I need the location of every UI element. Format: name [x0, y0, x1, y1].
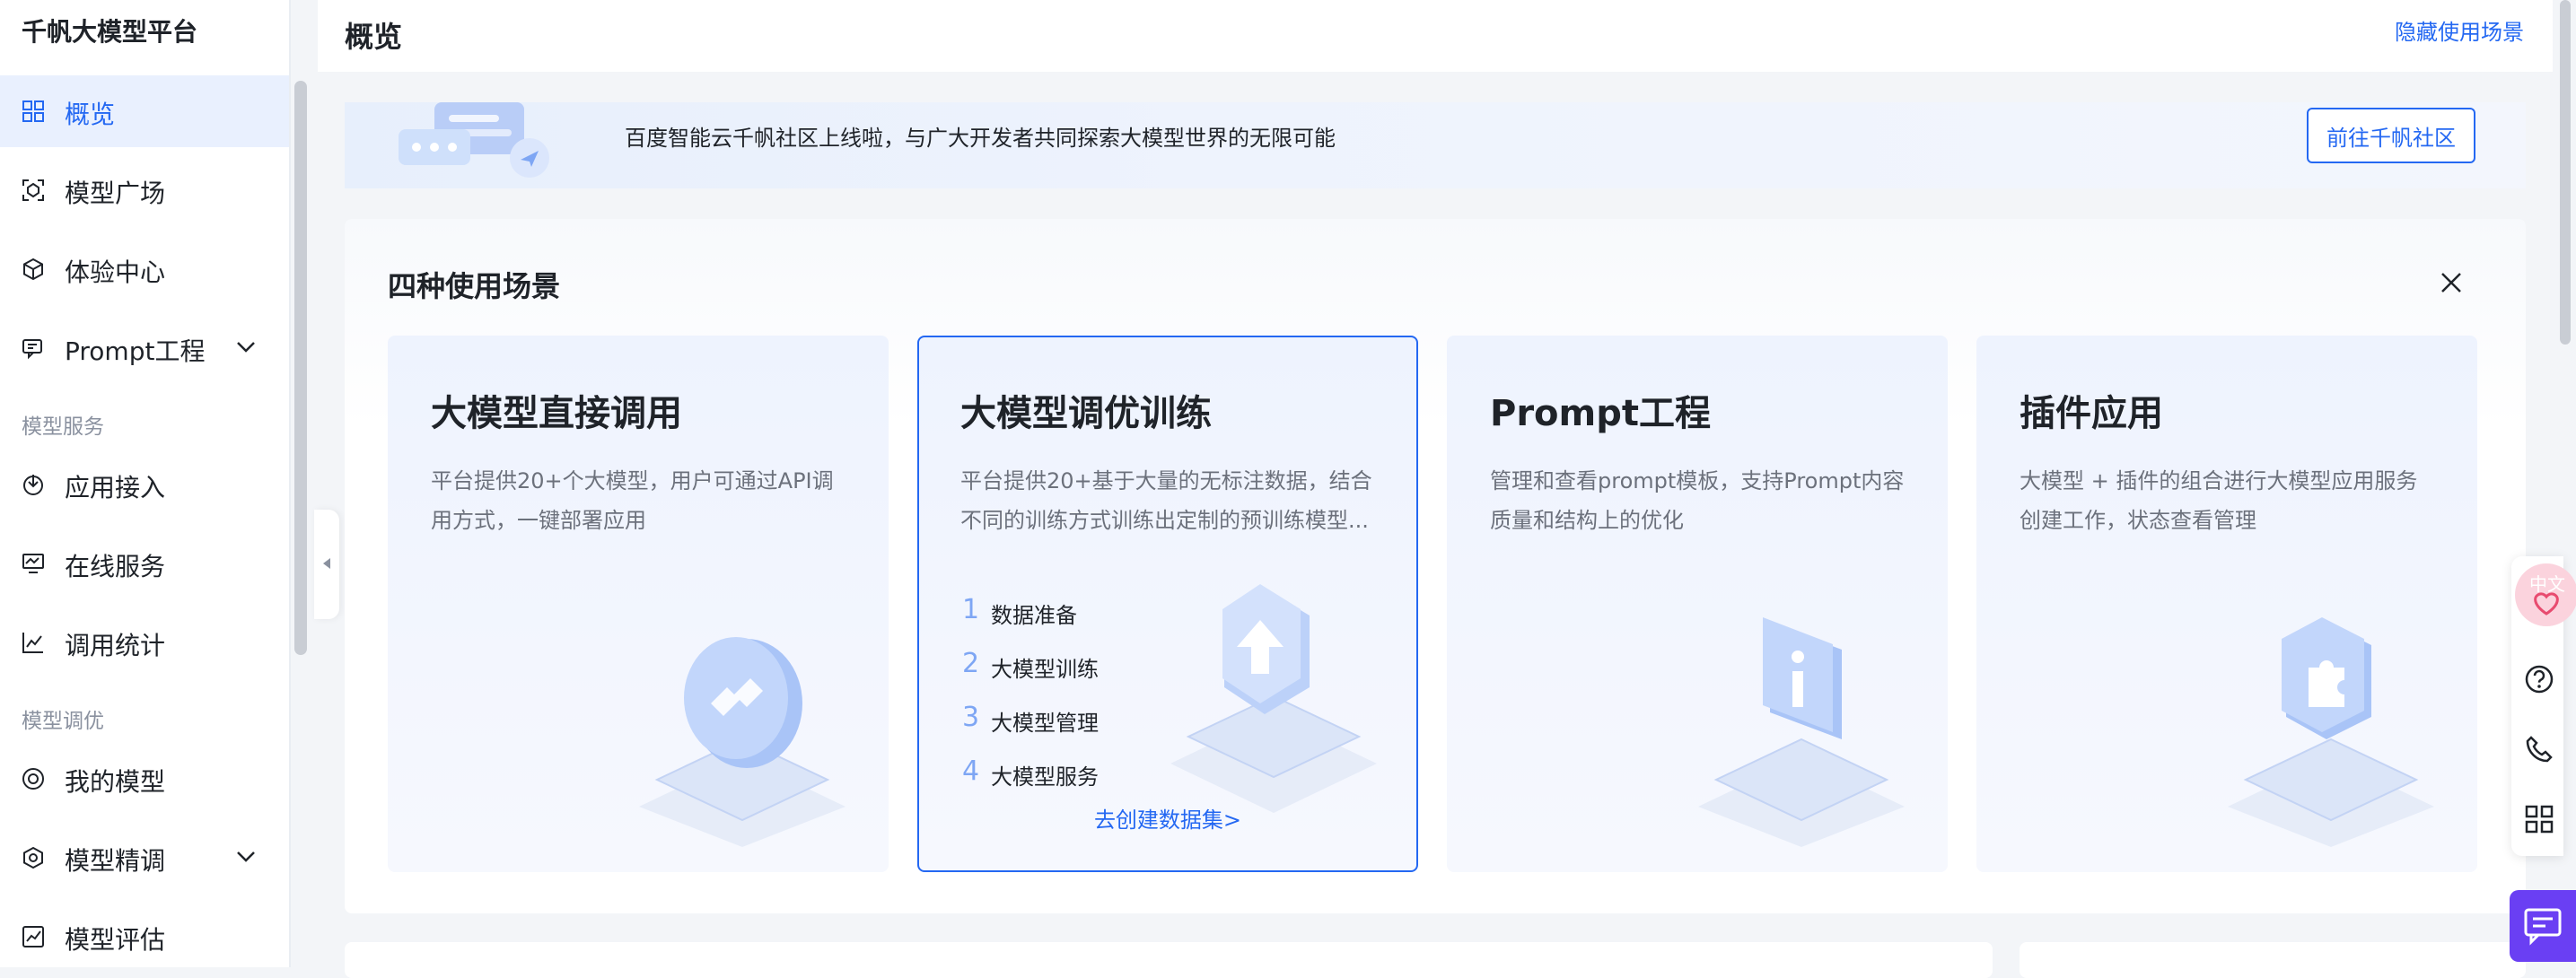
my-model-icon — [22, 768, 44, 790]
grid-icon — [22, 100, 44, 122]
app-access-icon — [23, 475, 43, 495]
card-desc-line: 创建工作，状态查看管理 — [2020, 508, 2256, 533]
scenario-card-prompt[interactable]: Prompt工程 管理和查看prompt模板，支持Prompt内容 质量和结构上… — [1447, 336, 1948, 872]
sidebar-item-label: 模型精调 — [65, 846, 166, 876]
sidebar-collapse-handle[interactable] — [314, 510, 339, 619]
page-scrollbar[interactable] — [2560, 0, 2571, 345]
sidebar-item-label: 模型评估 — [65, 925, 166, 955]
sidebar-item-evaluate[interactable]: 模型评估 — [0, 901, 289, 967]
card-desc: 平台提供20+个大模型，用户可通过API调 用方式，一键部署应用 — [431, 461, 853, 540]
step-label: 大模型服务 — [991, 764, 1099, 790]
card-desc-line: 不同的训练方式训练出定制的预训练模型... — [960, 508, 1369, 533]
step-number: 2 — [962, 648, 980, 679]
card-title: 大模型调优训练 — [960, 393, 1212, 434]
sidebar-item-label: 调用统计 — [65, 631, 166, 660]
bottom-card-left — [345, 942, 1993, 978]
cube-icon — [23, 258, 43, 281]
card-title: 大模型直接调用 — [431, 393, 682, 434]
sidebar-item-label: 概览 — [65, 100, 116, 129]
group-title-model-service: 模型服务 — [22, 415, 104, 439]
language-badge[interactable]: 中文 — [2515, 563, 2576, 626]
chat-button[interactable] — [2510, 890, 2576, 962]
group-title-model-tuning: 模型调优 — [22, 710, 104, 733]
prompt-icon — [22, 339, 42, 360]
sidebar-item-my-model[interactable]: 我的模型 — [0, 743, 289, 815]
info-icon — [1698, 617, 1905, 847]
fine-tune-icon — [23, 846, 43, 869]
help-icon[interactable] — [2524, 664, 2554, 694]
evaluate-icon — [22, 926, 44, 947]
sidebar: 千帆大模型平台 概览 模型广场 体验中心 Prompt工程 模型服务 应用接入 … — [0, 0, 291, 967]
sidebar-scrollbar[interactable] — [294, 81, 307, 655]
sidebar-item-app-access[interactable]: 应用接入 — [0, 449, 289, 520]
step-label: 数据准备 — [991, 603, 1077, 628]
scenario-card-direct-call[interactable]: 大模型直接调用 平台提供20+个大模型，用户可通过API调 用方式，一键部署应用 — [388, 336, 889, 872]
link-icon — [639, 637, 846, 847]
sidebar-item-overview[interactable]: 概览 — [0, 75, 289, 147]
step-number: 4 — [962, 755, 980, 787]
banner-text: 百度智能云千帆社区上线啦，与广大开发者共同探索大模型世界的无限可能 — [625, 126, 1336, 151]
go-community-button[interactable]: 前往千帆社区 — [2307, 108, 2475, 163]
scenarios-panel: 四种使用场景 大模型直接调用 平台提供20+个大模型，用户可通过API调 用方式… — [345, 219, 2526, 913]
sidebar-item-online-service[interactable]: 在线服务 — [0, 528, 289, 599]
sidebar-item-fine-tune[interactable]: 模型精调 — [0, 822, 289, 894]
chat-icon — [2524, 908, 2562, 946]
card-desc-line: 平台提供20+个大模型，用户可通过API调 — [431, 468, 834, 493]
community-banner: 百度智能云千帆社区上线啦，与广大开发者共同探索大模型世界的无限可能 前往千帆社区 — [345, 102, 2526, 188]
app-title: 千帆大模型平台 — [22, 17, 198, 47]
monitor-icon — [22, 554, 44, 573]
model-square-icon — [22, 179, 44, 201]
apps-icon[interactable] — [2524, 804, 2554, 834]
step-number: 1 — [962, 594, 980, 625]
hide-scenarios-link[interactable]: 隐藏使用场景 — [2395, 14, 2524, 46]
stats-icon — [22, 633, 43, 653]
chevron-down-icon — [237, 851, 255, 862]
card-title: Prompt工程 — [1490, 393, 1711, 434]
sidebar-item-label: 在线服务 — [65, 552, 166, 581]
bottom-card-right — [2020, 942, 2526, 978]
scenario-card-fine-tune-training[interactable]: 大模型调优训练 平台提供20+基于大量的无标注数据，结合 不同的训练方式训练出定… — [917, 336, 1418, 872]
create-dataset-link[interactable]: 去创建数据集> — [919, 802, 1416, 834]
card-desc-line: 用方式，一键部署应用 — [431, 508, 646, 533]
heart-icon: 中文 — [2529, 573, 2565, 616]
chevron-down-icon — [237, 342, 255, 353]
sidebar-item-label: Prompt工程 — [65, 336, 206, 366]
card-title: 插件应用 — [2020, 393, 2163, 434]
sidebar-item-experience[interactable]: 体验中心 — [0, 233, 289, 305]
sidebar-item-label: 我的模型 — [65, 767, 166, 797]
card-desc: 管理和查看prompt模板，支持Prompt内容 质量和结构上的优化 — [1490, 461, 1912, 540]
sidebar-item-model-square[interactable]: 模型广场 — [0, 154, 289, 226]
caret-left-icon — [323, 558, 330, 569]
step-label: 大模型训练 — [991, 657, 1099, 682]
arrow-up-icon — [1170, 584, 1377, 813]
card-desc-line: 管理和查看prompt模板，支持Prompt内容 — [1490, 468, 1905, 493]
scenarios-title: 四种使用场景 — [388, 269, 561, 303]
card-desc-line: 平台提供20+基于大量的无标注数据，结合 — [960, 468, 1372, 493]
close-icon[interactable] — [2440, 271, 2463, 294]
page-title: 概览 — [345, 20, 403, 54]
sidebar-item-label: 体验中心 — [65, 258, 166, 287]
card-desc: 大模型 + 插件的组合进行大模型应用服务 创建工作，状态查看管理 — [2020, 461, 2441, 540]
scenario-card-plugin[interactable]: 插件应用 大模型 + 插件的组合进行大模型应用服务 创建工作，状态查看管理 — [1976, 336, 2477, 872]
sidebar-item-label: 模型广场 — [65, 179, 166, 208]
step-number: 3 — [962, 702, 980, 733]
language-badge-label: 中文 — [2529, 573, 2565, 595]
phone-icon[interactable] — [2524, 734, 2554, 764]
step-label: 大模型管理 — [991, 711, 1099, 736]
sidebar-item-call-stats[interactable]: 调用统计 — [0, 607, 289, 678]
sidebar-item-prompt[interactable]: Prompt工程 — [0, 312, 289, 384]
page-header: 概览 隐藏使用场景 — [318, 0, 2553, 72]
chat-bubbles-illustration — [399, 102, 549, 178]
card-desc: 平台提供20+基于大量的无标注数据，结合 不同的训练方式训练出定制的预训练模型.… — [960, 461, 1382, 540]
puzzle-icon — [2228, 617, 2434, 847]
card-desc-line: 大模型 + 插件的组合进行大模型应用服务 — [2020, 468, 2418, 493]
card-desc-line: 质量和结构上的优化 — [1490, 508, 1684, 533]
sidebar-item-label: 应用接入 — [65, 473, 166, 502]
